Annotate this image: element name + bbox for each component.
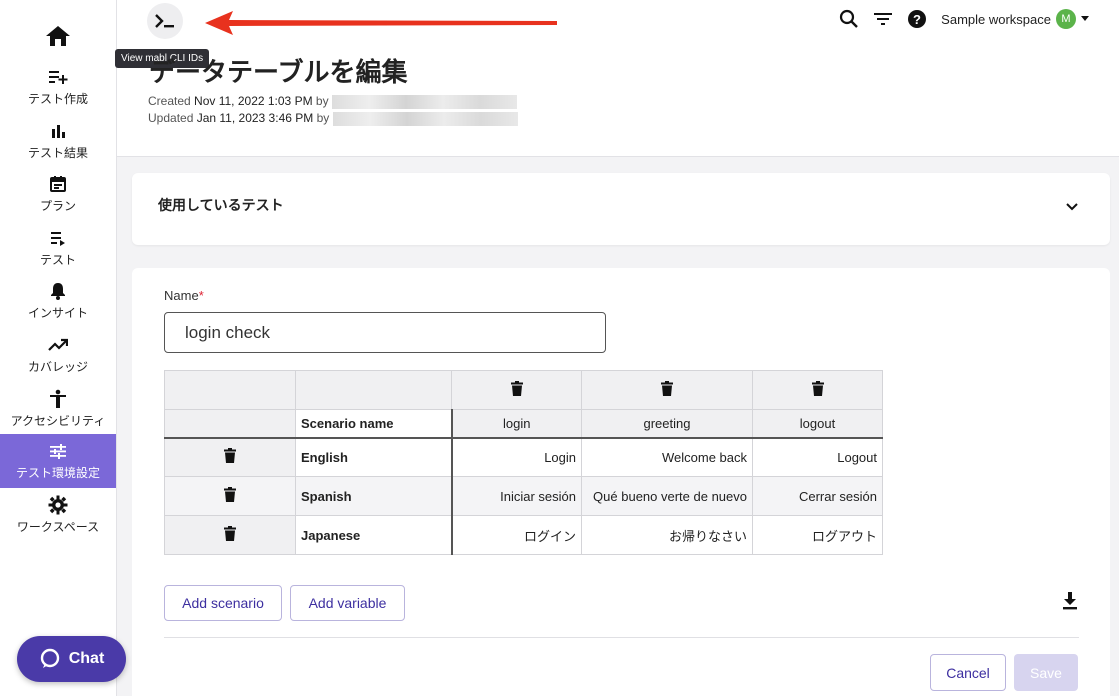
bell-icon [48, 281, 68, 301]
trash-icon[interactable] [224, 487, 236, 502]
trending-up-icon [48, 335, 68, 355]
add-scenario-button[interactable]: Add scenario [164, 585, 282, 621]
used-tests-title: 使用しているテスト [158, 197, 284, 213]
updated-meta: Updated Jan 11, 2023 3:46 PM by [148, 111, 518, 126]
scenario-name-cell[interactable]: Japanese [295, 515, 453, 555]
delete-column-logout[interactable] [752, 370, 883, 410]
value-cell[interactable]: ログアウト [752, 515, 883, 555]
cancel-button[interactable]: Cancel [930, 654, 1006, 691]
value-cell[interactable]: Iniciar sesión [451, 476, 582, 516]
trash-icon[interactable] [811, 381, 824, 396]
page-title: データテーブルを編集 [149, 57, 408, 87]
header-row: Scenario name login greeting logout [164, 409, 883, 439]
sidebar-item-create-test[interactable]: テスト作成 [0, 60, 116, 114]
svg-text:?: ? [913, 12, 921, 27]
sidebar-item-label: テスト結果 [27, 146, 88, 160]
delete-row-button[interactable] [164, 437, 296, 477]
sidebar-item-label: テスト作成 [27, 92, 88, 106]
help-icon[interactable]: ? [907, 9, 927, 29]
sidebar-item-test-results[interactable]: テスト結果 [0, 114, 116, 168]
bar-chart-icon [48, 121, 68, 141]
value-cell[interactable]: お帰りなさい [581, 515, 753, 555]
terminal-icon [155, 14, 174, 28]
playlist-add-icon [48, 67, 68, 87]
add-variable-button[interactable]: Add variable [290, 585, 405, 621]
sidebar: テスト作成 テスト結果 プラン テスト インサイト カバレッジ アクセシビリティ… [0, 0, 126, 696]
delete-row-button[interactable] [164, 476, 296, 516]
chevron-down-icon[interactable] [1066, 203, 1078, 211]
sidebar-item-label: アクセシビリティ [10, 414, 106, 428]
search-icon[interactable] [839, 9, 859, 29]
header-actions: ? Sample workspace M [839, 9, 1089, 29]
redacted-user [332, 111, 518, 126]
delete-column-login[interactable] [451, 370, 582, 410]
value-cell[interactable]: Login [451, 437, 582, 477]
accessibility-icon [48, 389, 68, 409]
data-table-editor: Name* login check Scenario name login gr… [132, 268, 1110, 696]
name-input[interactable]: login check [164, 312, 606, 353]
delete-row-button[interactable] [164, 515, 296, 555]
data-table: Scenario name login greeting logout Engl… [164, 370, 883, 555]
sidebar-item-label: テスト環境設定 [15, 466, 100, 480]
chat-button[interactable]: Chat [17, 636, 126, 682]
column-actions-row [164, 370, 883, 410]
column-header[interactable]: login [451, 409, 582, 439]
sidebar-item-label: インサイト [27, 306, 88, 320]
home-button[interactable] [0, 18, 116, 54]
table-row: English Login Welcome back Logout [164, 437, 883, 477]
sidebar-item-plans[interactable]: プラン [0, 167, 116, 221]
annotation-arrow-icon [205, 11, 557, 35]
used-tests-panel[interactable]: 使用しているテスト [132, 173, 1110, 245]
created-date: Nov 11, 2022 1:03 PM [194, 94, 313, 108]
workspace-selector[interactable]: Sample workspace M [941, 9, 1089, 29]
updated-date: Jan 11, 2023 3:46 PM [196, 111, 314, 125]
value-cell[interactable]: Logout [752, 437, 883, 477]
sidebar-item-label: カバレッジ [27, 360, 88, 374]
chat-bubble-icon [40, 648, 59, 668]
trash-icon[interactable] [224, 448, 236, 464]
avatar: M [1056, 9, 1076, 29]
sliders-icon [48, 441, 68, 461]
value-cell[interactable]: Cerrar sesión [752, 476, 883, 516]
trash-icon[interactable] [661, 381, 673, 396]
trash-icon[interactable] [224, 526, 236, 541]
value-cell[interactable]: Welcome back [581, 437, 753, 477]
download-icon[interactable] [1062, 592, 1078, 610]
required-marker: * [198, 288, 204, 303]
home-icon [46, 26, 70, 46]
sidebar-item-insights[interactable]: インサイト [0, 274, 116, 328]
calendar-icon [48, 174, 68, 194]
value-cell[interactable]: ログイン [451, 515, 582, 555]
sidebar-item-label: テスト [39, 253, 76, 267]
scenario-name-cell[interactable]: Spanish [295, 476, 453, 516]
divider [164, 637, 1079, 638]
gear-icon [48, 495, 68, 515]
scenario-name-cell[interactable]: English [295, 437, 453, 477]
table-row: Japanese ログイン お帰りなさい ログアウト [164, 515, 883, 555]
sidebar-item-tests[interactable]: テスト [0, 221, 116, 275]
sidebar-item-label: ワークスペース [16, 520, 100, 534]
delete-column-greeting[interactable] [581, 370, 753, 410]
save-button[interactable]: Save [1014, 654, 1078, 691]
trash-icon[interactable] [510, 381, 523, 396]
sidebar-item-test-environment-settings[interactable]: テスト環境設定 [0, 434, 116, 488]
sidebar-item-accessibility[interactable]: アクセシビリティ [0, 382, 116, 436]
column-header[interactable]: logout [752, 409, 883, 439]
table-row: Spanish Iniciar sesión Qué bueno verte d… [164, 476, 883, 516]
chat-label: Chat [68, 650, 105, 667]
name-label: Name* [164, 288, 204, 303]
workspace-name: Sample workspace [941, 11, 1051, 27]
caret-down-icon [1081, 16, 1089, 21]
redacted-user [331, 94, 517, 109]
created-meta: Created Nov 11, 2022 1:03 PM by [148, 94, 517, 109]
cli-ids-button[interactable] [147, 3, 183, 39]
sidebar-item-coverage[interactable]: カバレッジ [0, 328, 116, 382]
column-header[interactable]: greeting [581, 409, 753, 439]
sidebar-item-label: プラン [39, 199, 76, 213]
filter-icon[interactable] [873, 11, 893, 27]
sidebar-item-workspace[interactable]: ワークスペース [0, 488, 116, 542]
list-play-icon [48, 228, 68, 248]
scenario-name-header: Scenario name [295, 409, 453, 439]
value-cell[interactable]: Qué bueno verte de nuevo [581, 476, 753, 516]
